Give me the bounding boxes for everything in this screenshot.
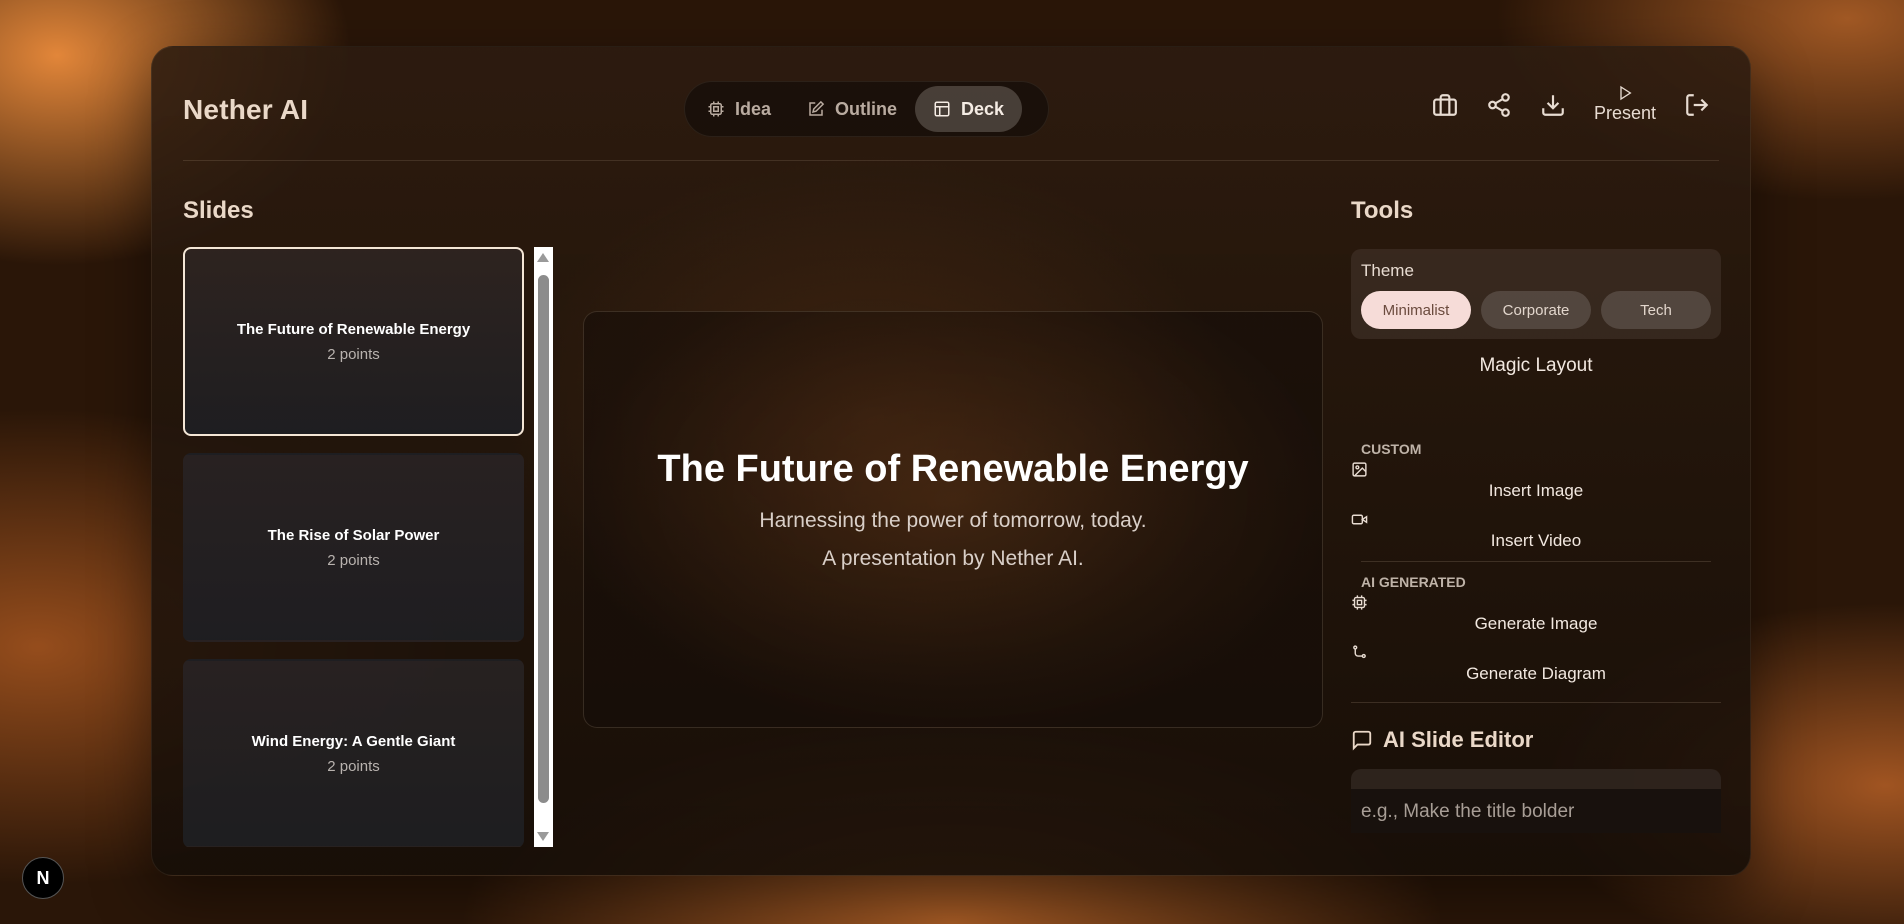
present-label: Present — [1593, 103, 1656, 123]
slide-thumbnail-title: The Future of Renewable Energy — [236, 320, 471, 338]
slide-subtitle[interactable]: Harnessing the power of tomorrow, today. — [759, 509, 1146, 533]
share-icon — [1488, 92, 1510, 117]
logout-icon — [1686, 93, 1709, 116]
insert-video-button[interactable]: Insert Video — [1351, 511, 1721, 561]
header-divider — [183, 160, 1719, 161]
slide-thumbnail-title: The Rise of Solar Power — [267, 526, 440, 544]
tab-idea-label: Idea — [735, 98, 772, 119]
tools-heading: Tools — [1351, 197, 1414, 224]
slide-list-scrollbar[interactable] — [534, 247, 553, 847]
layout-icon — [934, 101, 950, 117]
slides-heading: Slides — [183, 197, 254, 224]
slide-byline[interactable]: A presentation by Nether AI. — [822, 547, 1084, 571]
scroll-up-arrow-icon[interactable] — [537, 253, 549, 262]
slide-thumbnail-points: 2 points — [327, 345, 380, 363]
ai-generated-section-label: AI GENERATED — [1361, 574, 1466, 590]
app-panel: Nether AI Idea Outline Deck Present Slid… — [151, 46, 1751, 876]
slide-thumbnail[interactable]: The Future of Renewable Energy 2 points — [183, 247, 524, 436]
git-branch-icon — [1353, 645, 1366, 659]
theme-selector: Theme Minimalist Corporate Tech — [1351, 249, 1721, 339]
framework-badge[interactable]: N — [22, 857, 64, 899]
tab-deck-label: Deck — [961, 98, 1005, 119]
mode-tabs: Idea Outline Deck — [684, 81, 1049, 137]
briefcase-icon — [1433, 93, 1457, 116]
cpu-icon — [708, 101, 724, 117]
tab-outline-label: Outline — [835, 98, 898, 119]
cpu-icon — [1352, 595, 1367, 610]
generate-image-label: Generate Image — [1474, 614, 1598, 633]
message-icon — [1352, 730, 1372, 751]
header-actions: Present — [1432, 85, 1710, 124]
briefcase-button[interactable] — [1432, 92, 1458, 118]
scroll-down-arrow-icon[interactable] — [537, 832, 549, 841]
ai-editor-input[interactable]: e.g., Make the title bolder — [1351, 789, 1721, 833]
theme-label: Theme — [1361, 261, 1414, 280]
video-icon — [1351, 514, 1368, 525]
slide-canvas[interactable]: The Future of Renewable Energy Harnessin… — [583, 311, 1323, 728]
logout-button[interactable] — [1684, 92, 1710, 118]
slide-list: The Future of Renewable Energy 2 points … — [183, 247, 524, 847]
ai-editor-input-wrap: e.g., Make the title bolder — [1351, 769, 1721, 833]
generate-image-button[interactable]: Generate Image — [1351, 594, 1721, 644]
theme-options: Minimalist Corporate Tech — [1361, 291, 1711, 329]
insert-image-label: Insert Image — [1488, 481, 1584, 500]
magic-layout-button[interactable]: Magic Layout — [1351, 355, 1721, 377]
theme-minimalist-button[interactable]: Minimalist — [1361, 291, 1471, 329]
present-button[interactable]: Present — [1594, 85, 1656, 124]
ai-editor-heading: AI Slide Editor — [1351, 727, 1721, 753]
edit-icon — [809, 100, 825, 116]
tools-panel: Tools Theme Minimalist Corporate Tech Ma… — [1351, 197, 1721, 833]
slide-thumbnail-points: 2 points — [327, 551, 380, 569]
tab-outline[interactable]: Outline — [789, 86, 915, 132]
image-icon — [1352, 462, 1367, 477]
share-button[interactable] — [1486, 92, 1512, 118]
custom-section-label: CUSTOM — [1361, 441, 1422, 457]
download-button[interactable] — [1540, 92, 1566, 118]
brand-logo: Nether AI — [183, 94, 309, 125]
ai-editor-title: AI Slide Editor — [1383, 727, 1534, 752]
theme-corporate-button[interactable]: Corporate — [1481, 291, 1591, 329]
download-icon — [1542, 94, 1564, 116]
tab-deck[interactable]: Deck — [915, 86, 1023, 132]
slide-thumbnail-title: Wind Energy: A Gentle Giant — [251, 732, 456, 750]
slide-thumbnail-points: 2 points — [327, 757, 380, 775]
insert-video-label: Insert Video — [1490, 531, 1582, 550]
tab-idea[interactable]: Idea — [689, 86, 789, 132]
slide-thumbnail[interactable]: Wind Energy: A Gentle Giant 2 points — [183, 659, 524, 847]
insert-image-button[interactable]: Insert Image — [1351, 461, 1721, 511]
play-icon — [1620, 85, 1632, 101]
generate-diagram-label: Generate Diagram — [1466, 664, 1606, 683]
generate-diagram-button[interactable]: Generate Diagram — [1351, 644, 1721, 694]
slide-title[interactable]: The Future of Renewable Energy — [657, 448, 1248, 491]
scrollbar-thumb[interactable] — [538, 275, 549, 803]
theme-tech-button[interactable]: Tech — [1601, 291, 1711, 329]
slide-thumbnail[interactable]: The Rise of Solar Power 2 points — [183, 453, 524, 642]
